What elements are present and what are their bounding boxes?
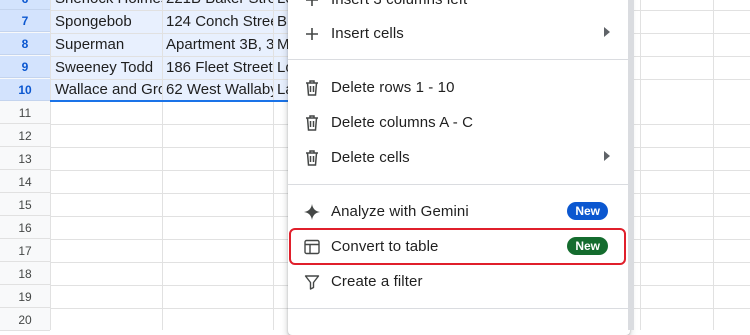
grid-line [713,0,714,330]
row-number[interactable]: 8 [0,33,50,55]
row-number[interactable]: 7 [0,10,50,32]
menu-item-label: Insert cells [331,25,404,42]
cell[interactable]: 124 Conch Stree [162,11,273,33]
cell[interactable]: Wallace and Gro [51,79,162,101]
row-number[interactable]: 15 [0,194,50,216]
cell[interactable]: Spongebob [51,11,162,33]
row-number[interactable]: 14 [0,171,50,193]
row-number[interactable]: 12 [0,125,50,147]
trash-icon [300,146,324,170]
cell[interactable]: Bi [273,11,288,33]
trash-icon [300,111,324,135]
menu-item-label: Delete columns A - C [331,114,474,131]
menu-item-delete-cells[interactable]: Delete cells [288,140,630,175]
menu-item-label: Create a filter [331,273,423,290]
cell[interactable]: Lo [273,0,288,10]
menu-item-analyze-with-gemini[interactable]: Analyze with Gemini New [288,194,630,229]
new-badge: New [567,202,608,220]
row-number[interactable]: 10 [0,79,50,101]
row-number[interactable]: 19 [0,286,50,308]
filter-icon [300,270,324,294]
cell[interactable]: La [273,79,288,101]
cell[interactable]: 186 Fleet Street [162,57,273,79]
row-number[interactable]: 6 [0,0,50,10]
row-number[interactable]: 18 [0,263,50,285]
cell[interactable]: Apartment 3B, 3 [162,34,273,56]
menu-divider [288,184,630,185]
menu-item-delete-rows[interactable]: Delete rows 1 - 10 [288,70,630,105]
cell[interactable]: M [273,34,288,56]
cell[interactable]: Superman [51,34,162,56]
row-number[interactable]: 13 [0,148,50,170]
menu-item-create-filter[interactable]: Create a filter [288,264,630,299]
row-number[interactable]: 17 [0,240,50,262]
plus-icon [300,22,324,46]
submenu-arrow-icon [604,151,610,161]
menu-item-insert-cells[interactable]: Insert cells [288,16,630,51]
gemini-sparkle-icon [300,200,324,224]
row-header-column: 6 7 8 9 10 11 12 13 14 15 16 17 18 19 20 [0,0,50,331]
cell[interactable]: Lo [273,57,288,79]
trash-icon [300,76,324,100]
cell[interactable]: 221B Baker Stre [162,0,273,10]
plus-icon [300,0,324,12]
menu-item-delete-columns[interactable]: Delete columns A - C [288,105,630,140]
context-menu: Insert 3 columns left Insert cells Delet… [288,0,630,335]
highlight-annotation [289,228,626,265]
menu-item-label: Delete cells [331,149,410,166]
cell[interactable]: Sweeney Todd [51,57,162,79]
menu-scrollbar[interactable] [628,0,634,330]
menu-item-label: Analyze with Gemini [331,203,469,220]
menu-divider [288,59,630,60]
row-number[interactable]: 20 [0,309,50,331]
menu-divider [288,308,630,309]
grid-line [640,0,641,330]
row-number[interactable]: 11 [0,102,50,124]
menu-item-insert-columns-left[interactable]: Insert 3 columns left [288,0,630,17]
cell[interactable]: Sherlock Holmes [51,0,162,10]
menu-item-label: Delete rows 1 - 10 [331,79,455,96]
cell[interactable]: 62 West Wallaby [162,79,273,101]
row-number[interactable]: 16 [0,217,50,239]
menu-item-label: Insert 3 columns left [331,0,467,8]
submenu-arrow-icon [604,27,610,37]
row-number[interactable]: 9 [0,56,50,78]
